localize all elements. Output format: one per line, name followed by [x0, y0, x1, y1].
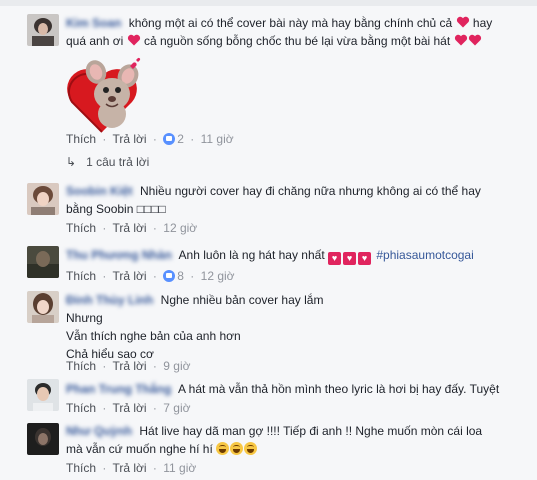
timestamp[interactable]: 12 giờ [163, 221, 197, 235]
comment-text: bằng Soobin □□□□ [66, 202, 166, 216]
like-link[interactable]: Thích [66, 359, 96, 373]
reply-link[interactable]: Trả lời [112, 359, 146, 373]
reply-arrow-icon: ↳ [66, 155, 77, 169]
like-link[interactable]: Thích [66, 221, 96, 235]
reply-link[interactable]: Trả lời [112, 269, 146, 283]
comment-author[interactable]: Soobin Kiệt [66, 184, 133, 198]
like-link[interactable]: Thích [66, 269, 96, 283]
comment-text: Hát live hay dã man gợ !!!! Tiếp đi anh … [139, 424, 483, 438]
comment-body: Đinh Thùy Linh Nghe nhiều bản cover hay … [66, 291, 507, 363]
comment-actions: Thích · Trả lời · 11 giờ [66, 460, 196, 476]
separator: · [102, 401, 107, 415]
heart-box-icon: ♥ [343, 252, 357, 265]
heart-icon [454, 34, 467, 46]
hashtag-link[interactable]: #phiasaumotcogai [376, 248, 473, 262]
reply-link[interactable]: Trả lời [112, 461, 146, 475]
separator: · [152, 132, 157, 146]
reply-link[interactable]: Trả lời [112, 221, 146, 235]
comment-text: không một ai có thể cover bài này mà hay… [128, 16, 453, 30]
view-replies[interactable]: ↳ 1 câu trả lời [66, 155, 149, 169]
like-link[interactable]: Thích [66, 461, 96, 475]
separator: · [152, 401, 157, 415]
comment-text: Nghe nhiều bản cover hay lắm [160, 293, 324, 307]
comment-author[interactable]: Thu Phương Nhàn [66, 248, 172, 262]
avatar[interactable] [27, 291, 59, 323]
avatar[interactable] [27, 423, 59, 455]
comment-body: Phan Trung Thắng A hát mà vẫn thả hồn mì… [66, 380, 507, 398]
heart-box-icon: ♥ [358, 252, 372, 265]
comments-panel: Kim Soan không một ai có thể cover bài n… [0, 0, 537, 480]
avatar[interactable] [27, 183, 59, 215]
comment-actions: Thích · Trả lời · 9 giờ [66, 358, 190, 374]
like-count[interactable]: 8 [177, 269, 184, 283]
like-count[interactable]: 2 [177, 132, 184, 146]
heart-icon [468, 34, 481, 46]
comment-body: Kim Soan không một ai có thể cover bài n… [66, 14, 507, 50]
comment-text: mà vẫn cứ muốn nghe hí hí [66, 442, 213, 456]
avatar[interactable] [27, 14, 59, 46]
comment-text: Nhiều người cover hay đi chăng nữa nhưng… [140, 184, 481, 198]
comment-author[interactable]: Kim Soan [66, 16, 121, 30]
comment-text: quá anh ơi [66, 34, 124, 48]
separator: · [152, 269, 157, 283]
like-link[interactable]: Thích [66, 132, 96, 146]
separator: · [102, 359, 107, 373]
heart-icon [127, 34, 140, 46]
timestamp[interactable]: 9 giờ [163, 359, 190, 373]
comment-author[interactable]: Phan Trung Thắng [66, 382, 171, 396]
timestamp[interactable]: 7 giờ [163, 401, 190, 415]
comment-actions: Thích · Trả lời · 7 giờ [66, 400, 190, 416]
replies-count-label[interactable]: 1 câu trả lời [86, 155, 149, 169]
laughing-emoji-icon [216, 442, 230, 455]
separator: · [102, 132, 107, 146]
comment-text: cả nguồn sống bỗng chốc thu bé lại vừa b… [143, 34, 451, 48]
heart-box-icon: ♥ [328, 252, 342, 265]
laughing-emoji-icon [230, 442, 244, 455]
timestamp[interactable]: 12 giờ [201, 269, 235, 283]
like-link[interactable]: Thích [66, 401, 96, 415]
mouse-heart-sticker [67, 57, 141, 133]
comment-actions: Thích · Trả lời · 2 · 11 giờ [66, 131, 234, 147]
comment-text: Nhưng [66, 311, 103, 325]
timestamp[interactable]: 11 giờ [201, 132, 234, 146]
timestamp[interactable]: 11 giờ [163, 461, 196, 475]
reply-link[interactable]: Trả lời [112, 132, 146, 146]
comment-body: Như Quỳnh Hát live hay dã man gợ !!!! Ti… [66, 422, 507, 458]
top-divider [0, 0, 537, 6]
heart-icon [456, 16, 469, 28]
separator: · [152, 221, 157, 235]
comment-text: Vẫn thích nghe bản của anh hơn [66, 329, 241, 343]
comment-body: Thu Phương Nhàn Anh luôn là ng hát hay n… [66, 246, 507, 265]
separator: · [102, 221, 107, 235]
comment-text: A hát mà vẫn thả hồn mình theo lyric là … [178, 382, 500, 396]
separator: · [152, 461, 157, 475]
separator: · [102, 269, 107, 283]
comment-text: Anh luôn là ng hát hay nhất [178, 248, 325, 262]
comment-actions: Thích · Trả lời · 8 · 12 giờ [66, 268, 235, 284]
comment-author[interactable]: Đinh Thùy Linh [66, 293, 153, 307]
thumbs-up-icon [163, 270, 176, 282]
separator: · [152, 359, 157, 373]
comment-text: hay [472, 16, 493, 30]
avatar[interactable] [27, 379, 59, 411]
separator: · [102, 461, 107, 475]
separator: · [190, 269, 195, 283]
comment-actions: Thích · Trả lời · 12 giờ [66, 220, 197, 236]
laughing-emoji-icon [244, 442, 258, 455]
separator: · [190, 132, 195, 146]
avatar[interactable] [27, 246, 59, 278]
reply-link[interactable]: Trả lời [112, 401, 146, 415]
thumbs-up-icon [163, 133, 176, 145]
comment-author[interactable]: Như Quỳnh [66, 424, 132, 438]
comment-body: Soobin Kiệt Nhiều người cover hay đi chă… [66, 182, 507, 218]
